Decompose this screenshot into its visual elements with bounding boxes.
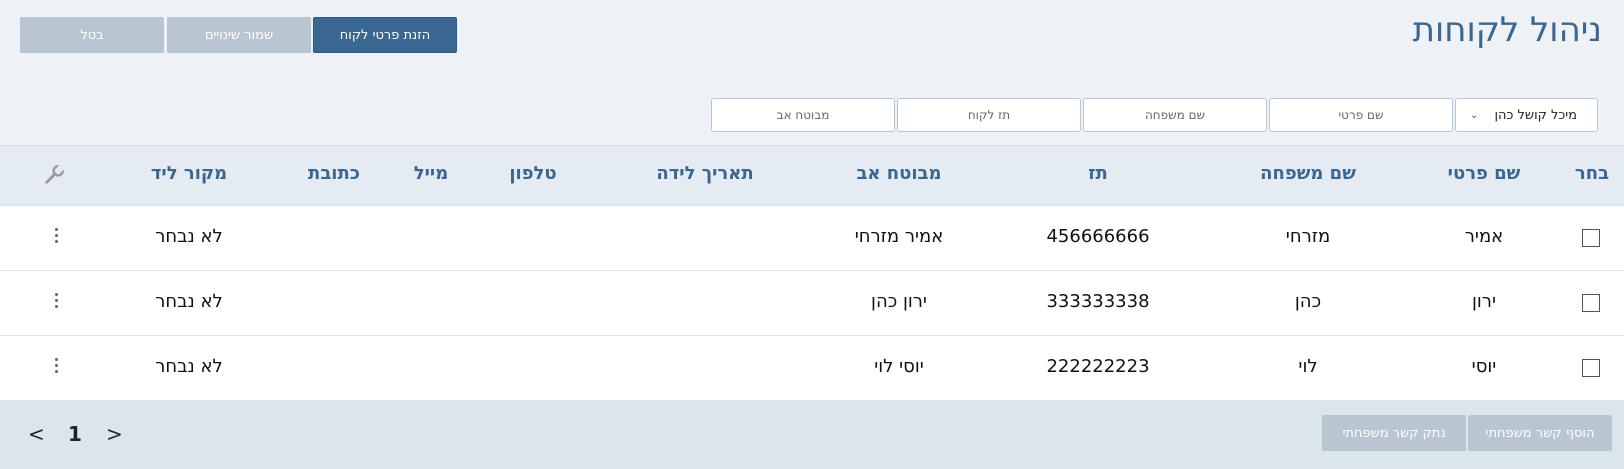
add-customer-button[interactable]: הזנת פרטי לקוח <box>313 17 457 53</box>
header-first-name[interactable]: שם פרטי <box>1448 163 1521 184</box>
add-family-link-button[interactable]: הוסף קשר משפחתי <box>1468 415 1612 451</box>
pagination-current-page[interactable]: 1 <box>68 422 82 446</box>
cell-last-name: כהן <box>1294 291 1322 312</box>
cell-id: 222222223 <box>1046 356 1150 377</box>
row-checkbox[interactable] <box>1582 294 1600 312</box>
cell-lead-source: לא נבחר <box>155 226 223 247</box>
customer-id-filter[interactable]: תז לקוח <box>897 98 1081 132</box>
first-name-filter[interactable]: שם פרטי <box>1269 98 1453 132</box>
header-email[interactable]: מייל <box>414 163 449 184</box>
cancel-button[interactable]: בטל <box>20 17 164 53</box>
cell-lead-source: לא נבחר <box>155 356 223 377</box>
cell-id: 333333338 <box>1046 291 1150 312</box>
header-address[interactable]: כתובת <box>308 163 360 184</box>
table-footer: הוסף קשר משפחתי נתק קשר משפחתי < 1 > <box>0 400 1624 469</box>
agent-select-value: מיכל קושל כהן <box>1494 107 1577 123</box>
row-checkbox[interactable] <box>1582 359 1600 377</box>
cell-lead-source: לא נבחר <box>155 291 223 312</box>
agent-select[interactable]: מיכל קושל כהן ⌄ <box>1455 98 1598 132</box>
cell-last-name: לוי <box>1298 356 1318 377</box>
header-father-insured[interactable]: מבוטח אב <box>856 163 941 184</box>
header-last-name[interactable]: שם משפחה <box>1260 163 1356 184</box>
table-row[interactable]: יוסי לוי 222222223 יוסי לוי לא נבחר <box>0 336 1624 401</box>
wrench-icon[interactable] <box>44 163 66 185</box>
cell-father-insured: אמיר מזרחי <box>854 226 944 247</box>
chevron-down-icon: ⌄ <box>1470 109 1479 121</box>
last-name-filter[interactable]: שם משפחה <box>1083 98 1267 132</box>
cell-last-name: מזרחי <box>1285 226 1331 247</box>
customers-table: בחר שם פרטי שם משפחה תז מבוטח אב תאריך ל… <box>0 145 1624 401</box>
cell-first-name: יוסי <box>1471 356 1497 377</box>
cell-father-insured: ירון כהן <box>871 291 927 312</box>
save-changes-button[interactable]: שמור שינויים <box>167 17 311 53</box>
page-title: ניהול לקוחות <box>1412 10 1602 50</box>
cell-father-insured: יוסי לוי <box>874 356 924 377</box>
header-id[interactable]: תז <box>1088 163 1108 184</box>
table-header: בחר שם פרטי שם משפחה תז מבוטח אב תאריך ל… <box>0 145 1624 206</box>
header-phone[interactable]: טלפון <box>509 163 556 184</box>
kebab-menu-icon[interactable] <box>53 228 59 243</box>
row-checkbox[interactable] <box>1582 229 1600 247</box>
kebab-menu-icon[interactable] <box>53 358 59 373</box>
kebab-menu-icon[interactable] <box>53 293 59 308</box>
father-insured-filter[interactable]: מבוטח אב <box>711 98 895 132</box>
header-lead-source[interactable]: מקור ליד <box>151 163 227 184</box>
table-row[interactable]: ירון כהן 333333338 ירון כהן לא נבחר <box>0 271 1624 336</box>
header-birth-date[interactable]: תאריך לידה <box>656 163 753 184</box>
cell-first-name: ירון <box>1472 291 1496 312</box>
table-row[interactable]: אמיר מזרחי 456666666 אמיר מזרחי לא נבחר <box>0 206 1624 271</box>
cell-first-name: אמיר <box>1464 226 1504 247</box>
header-select: בחר <box>1574 163 1610 184</box>
remove-family-link-button[interactable]: נתק קשר משפחתי <box>1322 415 1466 451</box>
pagination-next-button[interactable]: > <box>106 422 123 446</box>
pagination-prev-button[interactable]: < <box>28 422 45 446</box>
cell-id: 456666666 <box>1046 226 1150 247</box>
